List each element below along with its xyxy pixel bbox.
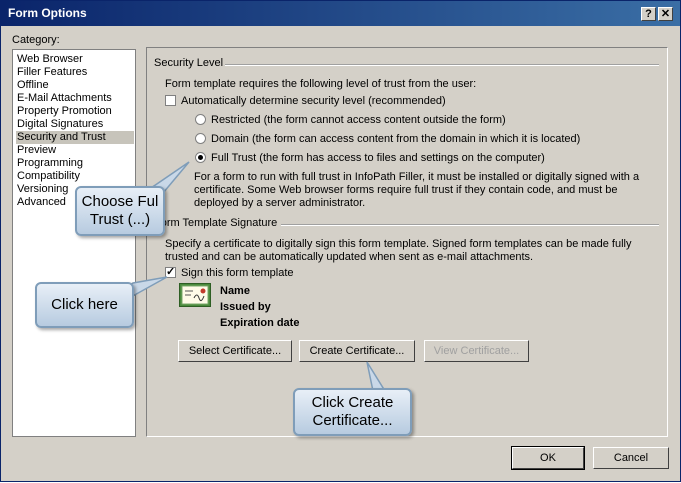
callout-create-line1: Click Create bbox=[311, 394, 394, 411]
callout-choose-line1: Choose Ful bbox=[81, 193, 159, 210]
form-options-dialog: Form Options ? ✕ Category: Web Browser F… bbox=[0, 0, 681, 482]
callout-create-certificate: Click Create Certificate... bbox=[293, 388, 412, 436]
callout-choose-line2: Trust (...) bbox=[89, 211, 151, 228]
callout-choose-full-trust: Choose Ful Trust (...) bbox=[75, 186, 165, 236]
callout-click-here: Click here bbox=[35, 282, 134, 328]
callout-click-here-text: Click here bbox=[51, 296, 118, 313]
callout-create-line2: Certificate... bbox=[312, 412, 393, 429]
